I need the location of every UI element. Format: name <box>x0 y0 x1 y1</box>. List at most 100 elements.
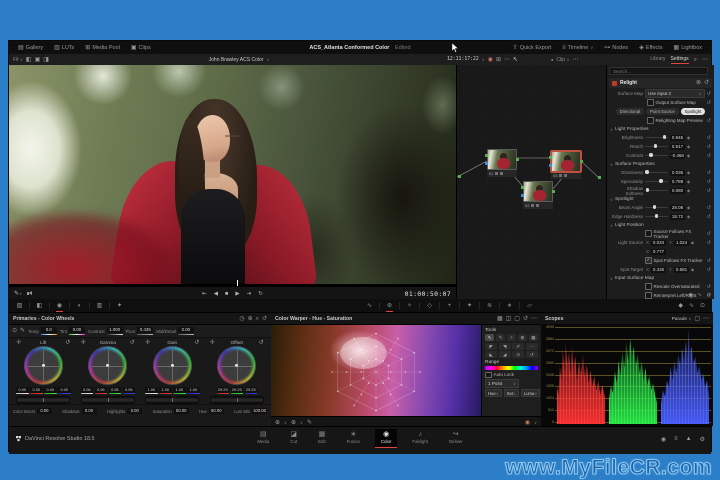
more-icon[interactable]: ⋯ <box>572 57 578 63</box>
page-tab-edit[interactable]: ▦ Edit <box>312 429 332 448</box>
master-wheel-lift[interactable] <box>16 396 71 405</box>
spot-target-value[interactable]: 0.581 <box>674 266 689 273</box>
reset-icon[interactable]: ↺ <box>707 91 711 97</box>
page-tab-fairlight[interactable]: ♪ Fairlight <box>406 429 434 448</box>
picker-icon[interactable]: ◉ <box>661 436 666 443</box>
key-icon[interactable]: ∗ <box>503 302 516 309</box>
mode-button-directional[interactable]: Directional <box>615 108 644 115</box>
trash-icon[interactable]: ⊗ <box>696 80 701 86</box>
checkbox[interactable] <box>647 117 654 124</box>
keyframe-icon[interactable]: ◆ <box>687 135 690 140</box>
keyframe-icon[interactable]: ◆ <box>687 214 690 219</box>
wheel-value[interactable]: 0.06 <box>94 386 107 393</box>
info-icon[interactable]: ⊙ <box>700 303 705 309</box>
drag-icon[interactable]: ✛ <box>145 340 150 346</box>
adjust-value[interactable]: 0.435 <box>137 327 154 334</box>
wheel-value[interactable]: 1.00 <box>145 386 158 393</box>
sizing-icon[interactable]: ▱ <box>523 302 536 309</box>
checkbox[interactable] <box>645 230 652 237</box>
footer-value[interactable]: 50.00 <box>173 408 189 415</box>
slider-value[interactable]: 18.72 <box>670 213 685 220</box>
palette-icon[interactable]: ◉ <box>525 420 530 426</box>
curves-icon[interactable]: ∿ <box>363 302 376 309</box>
qualifier-icon[interactable]: ✧ <box>403 302 416 309</box>
checkbox[interactable]: ✓ <box>645 257 652 264</box>
grid-tool-icon[interactable]: ⊞ <box>517 334 528 341</box>
window-icon[interactable]: ◇ <box>423 302 436 309</box>
pen-icon[interactable]: ✎ <box>307 420 312 426</box>
picker-add-icon[interactable]: ⊕ <box>291 420 296 426</box>
mode-button-point-source[interactable]: Point Source <box>645 108 679 115</box>
reset-icon[interactable]: ↺ <box>707 214 711 220</box>
plugin-enable-icon[interactable] <box>612 80 617 86</box>
footer-value[interactable]: 0.00 <box>81 408 97 415</box>
toolbar-button-nodes[interactable]: ⊶ Nodes <box>599 43 635 52</box>
color-warper-icon[interactable]: ⊛ <box>383 302 396 312</box>
reset-icon[interactable]: ↺ <box>707 240 711 246</box>
wheel-value[interactable]: 29.25 <box>216 386 229 393</box>
page-tab-fusion[interactable]: ∗ Fusion <box>341 429 366 448</box>
wheel-value[interactable]: 29.25 <box>244 386 257 393</box>
slider-knob[interactable] <box>659 179 663 183</box>
keyframe-icon[interactable]: ◆ <box>687 179 690 184</box>
spline-icon[interactable]: ∿ <box>698 292 702 298</box>
channel-select-hue[interactable]: Hue ∨ <box>485 389 502 397</box>
color-wheel-offset[interactable] <box>217 346 257 385</box>
toolbar-button-timeline[interactable]: ≡ Timeline ∨ <box>557 43 600 52</box>
reset-icon[interactable]: ↺ <box>523 316 528 322</box>
slider-value[interactable]: 0.036 <box>670 169 685 176</box>
enhanced-viewer-icon[interactable]: ◨ <box>43 57 49 63</box>
viewer-canvas[interactable] <box>9 65 456 286</box>
mesh-density-icon[interactable]: ▦ <box>528 334 539 341</box>
wheel-value[interactable]: 0.00 <box>44 386 57 393</box>
footer-value[interactable]: 0.00 <box>36 408 52 415</box>
keyframe-timeline-icon[interactable]: ◆ <box>678 303 683 309</box>
page-tab-color[interactable]: ◉ Color <box>374 429 398 448</box>
slider-knob[interactable] <box>652 205 656 209</box>
master-wheel-offset[interactable] <box>209 396 264 405</box>
auto-lock-checkbox[interactable] <box>485 371 492 378</box>
reset-icon[interactable]: ↺ <box>130 340 135 346</box>
eyedropper-icon[interactable]: ⊕ <box>275 420 280 426</box>
checkbox[interactable] <box>647 99 654 106</box>
more-icon[interactable]: ⋯ <box>504 57 510 63</box>
toolbar-button-clips[interactable]: ▣ Clips <box>126 43 157 52</box>
channel-select-luma[interactable]: Luma ∨ <box>520 389 541 397</box>
rgb-mixer-icon[interactable]: ▥ <box>93 302 106 309</box>
timer-icon[interactable]: ◷ <box>239 316 244 322</box>
reset-icon[interactable]: ↺ <box>704 80 709 86</box>
node-input-port[interactable] <box>549 156 552 159</box>
step-back-button[interactable]: ◀ <box>214 291 218 297</box>
gear-icon[interactable]: ⚙ <box>700 436 705 443</box>
slider-knob[interactable] <box>662 135 666 139</box>
checkbox[interactable] <box>645 283 652 290</box>
reset-icon[interactable]: ↺ <box>259 340 264 346</box>
node-editor[interactable]: 01 02 03 <box>456 65 607 299</box>
node-output-port[interactable] <box>516 158 519 161</box>
reset-icon[interactable]: ↺ <box>65 340 70 346</box>
slider-value[interactable]: 0.517 <box>670 143 685 150</box>
settings-icon[interactable]: ⊙ <box>12 328 17 334</box>
slider-knob[interactable] <box>653 144 658 148</box>
keyframe-icon[interactable]: ◆ <box>687 170 690 175</box>
custom-mode-icon[interactable]: ✎ <box>20 328 25 334</box>
surface-map-select[interactable]: Use Input 2 ∨ <box>645 89 705 98</box>
wheel-value[interactable]: 29.25 <box>230 386 243 393</box>
lock-icon[interactable]: ⊙ <box>512 351 525 358</box>
keyframe-icon[interactable]: ◆ <box>687 144 690 149</box>
expand-icon[interactable]: ▢ <box>514 316 520 322</box>
reset-icon[interactable]: ↺ <box>707 231 711 237</box>
drag-icon[interactable]: ✛ <box>81 340 86 346</box>
stop-button[interactable]: ■ <box>225 291 228 297</box>
node-output-port[interactable] <box>580 160 583 163</box>
master-wheel-gain[interactable] <box>145 396 200 405</box>
keyframes-icon[interactable]: ◆ <box>689 292 693 298</box>
reset-icon[interactable]: ↺ <box>707 118 711 124</box>
slider-value[interactable]: -0.468 <box>670 152 685 159</box>
footer-value[interactable]: 0.00 <box>127 408 143 415</box>
slider-track[interactable] <box>645 214 668 218</box>
node-view-select[interactable]: Clip ∨ <box>556 57 569 63</box>
corrector-node-01[interactable]: 01 <box>485 149 519 177</box>
keyframe-icon[interactable]: ◆ <box>687 188 690 193</box>
footer-value[interactable]: 50.00 <box>208 408 224 415</box>
